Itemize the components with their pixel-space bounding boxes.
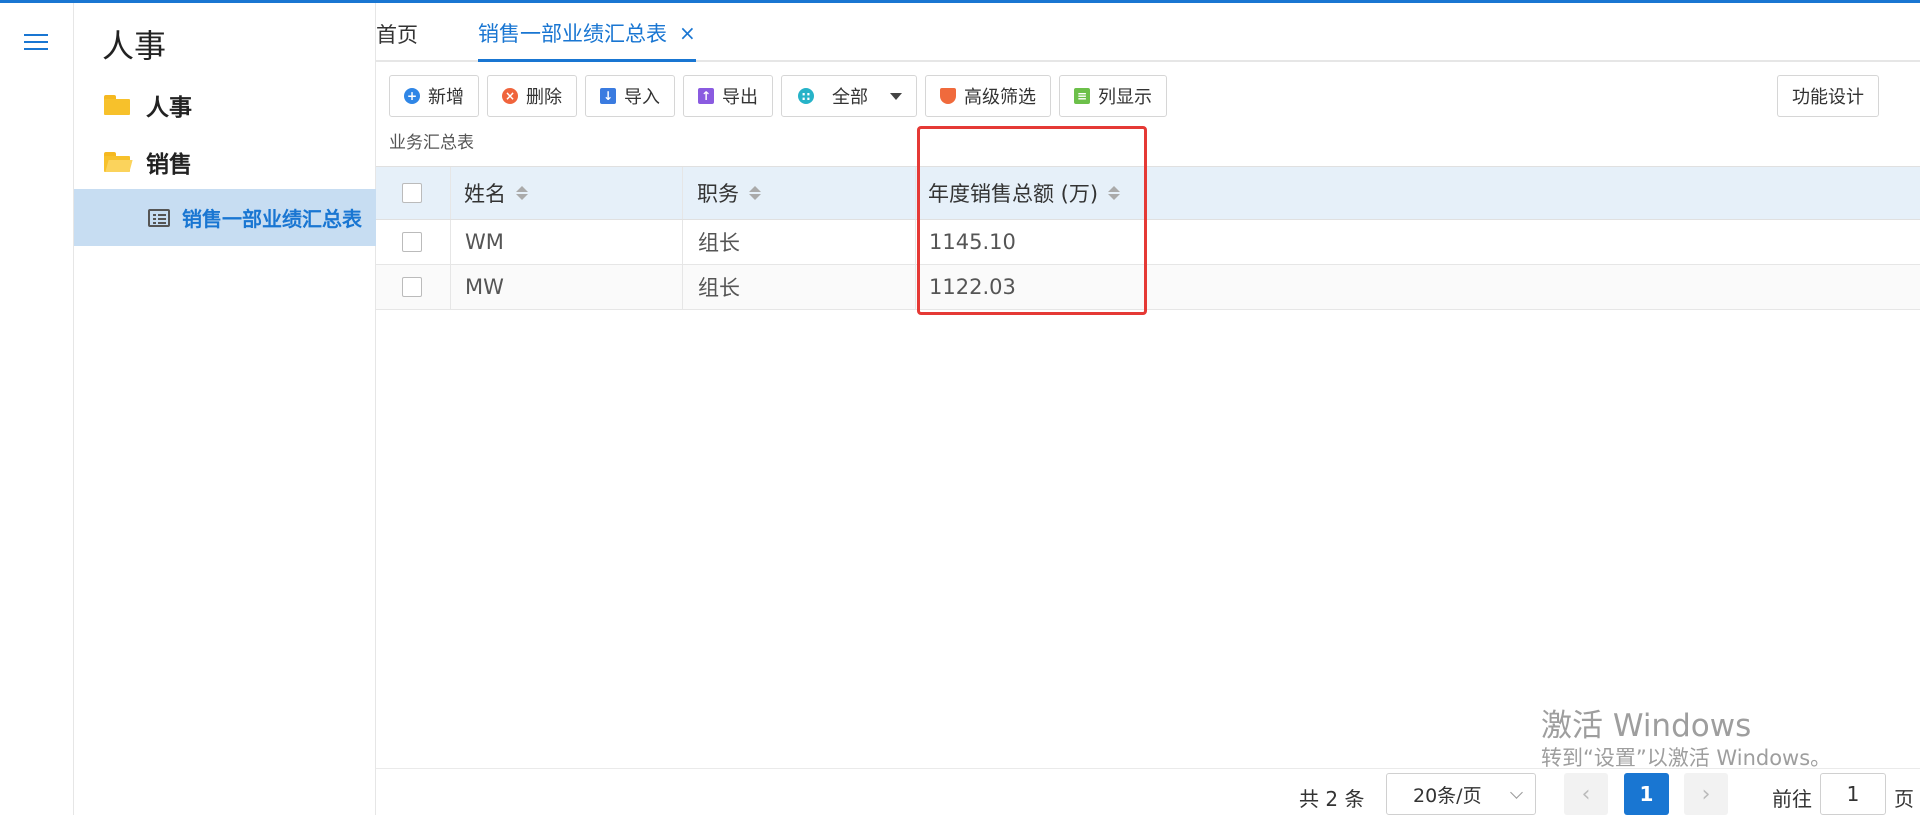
tab-sales-summary[interactable]: 销售一部业绩汇总表 × [478, 3, 696, 62]
goto-suffix: 页 [1894, 787, 1914, 811]
export-icon: ↑ [698, 88, 714, 104]
plus-icon: + [404, 88, 420, 104]
data-table: 姓名 职务 年度销售总额 (万) WM 组长 1145.10 MW 组长 112… [376, 166, 1920, 310]
caret-down-icon [890, 92, 902, 100]
table-header: 姓名 职务 年度销售总额 (万) [376, 166, 1920, 220]
page-size-select[interactable]: 20条/页 [1386, 773, 1536, 815]
import-button-label: 导入 [624, 87, 660, 108]
nav-title: 人事 [102, 27, 167, 65]
close-icon[interactable]: × [679, 21, 696, 45]
export-button-label: 导出 [722, 87, 758, 108]
cell-name: WM [465, 230, 504, 254]
goto-page-input[interactable] [1820, 773, 1886, 815]
grid-icon: :: [798, 88, 814, 104]
sort-icon[interactable] [516, 186, 528, 200]
nav-folder-label: 人事 [146, 95, 192, 121]
footer-divider [376, 768, 1920, 769]
import-icon: ↓ [600, 88, 616, 104]
scope-dropdown-label: 全部 [832, 87, 868, 108]
current-page-button[interactable]: 1 [1624, 773, 1669, 815]
sort-icon[interactable] [749, 186, 761, 200]
delete-icon: × [502, 88, 518, 104]
row-checkbox[interactable] [402, 277, 422, 297]
next-page-button[interactable]: › [1684, 773, 1728, 815]
table-caption: 业务汇总表 [389, 133, 474, 153]
advanced-filter-label: 高级筛选 [964, 87, 1036, 108]
row-checkbox[interactable] [402, 232, 422, 252]
nav-folder-xiaoshou[interactable]: 销售 [104, 142, 192, 182]
folder-open-icon [104, 152, 133, 172]
import-button[interactable]: ↓ 导入 [585, 75, 675, 117]
column-display-button[interactable]: ≡ 列显示 [1059, 75, 1167, 117]
list-icon [148, 209, 170, 227]
nav-folder-renshi[interactable]: 人事 [104, 85, 192, 125]
column-display-label: 列显示 [1098, 87, 1152, 108]
windows-activation-watermark-title: 激活 Windows [1541, 708, 1752, 744]
annotation-highlight-box [917, 126, 1147, 315]
header-name[interactable]: 姓名 [464, 167, 528, 219]
add-button[interactable]: + 新增 [389, 75, 479, 117]
goto-label: 前往 [1772, 787, 1812, 811]
cell-name: MW [465, 275, 504, 299]
header-name-label: 姓名 [464, 182, 506, 206]
filter-icon [940, 88, 956, 104]
nav-item-label: 销售一部业绩汇总表 [182, 207, 362, 231]
scope-dropdown[interactable]: :: 全部 [781, 75, 917, 117]
table-row[interactable]: MW 组长 1122.03 [376, 265, 1920, 310]
delete-button-label: 删除 [526, 87, 562, 108]
design-button[interactable]: 功能设计 [1777, 75, 1879, 117]
cell-position: 组长 [698, 276, 740, 300]
advanced-filter-button[interactable]: 高级筛选 [925, 75, 1051, 117]
chevron-down-icon [1510, 786, 1523, 799]
icon-rail [0, 3, 74, 815]
header-position[interactable]: 职务 [697, 167, 761, 219]
tab-active-indicator [478, 59, 696, 62]
header-position-label: 职务 [697, 182, 739, 206]
prev-page-button[interactable]: ‹ [1564, 773, 1608, 815]
delete-button[interactable]: × 删除 [487, 75, 577, 117]
pagination-total: 共 2 条 [1299, 787, 1365, 811]
nav-folder-label: 销售 [146, 152, 192, 178]
folder-icon [104, 95, 132, 115]
nav-item-sales-summary[interactable]: 销售一部业绩汇总表 [74, 189, 376, 246]
columns-icon: ≡ [1074, 88, 1090, 104]
hamburger-menu-icon[interactable] [24, 34, 48, 52]
select-all-cell [402, 167, 422, 219]
tab-home[interactable]: 首页 [376, 19, 418, 49]
tab-label: 销售一部业绩汇总表 [478, 21, 667, 46]
table-row[interactable]: WM 组长 1145.10 [376, 220, 1920, 265]
tab-bar: 首页 销售一部业绩汇总表 × [376, 3, 1920, 62]
export-button[interactable]: ↑ 导出 [683, 75, 773, 117]
toolbar: + 新增 × 删除 ↓ 导入 ↑ 导出 :: 全部 高级筛选 ≡ 列显示 [389, 75, 1175, 117]
cell-position: 组长 [698, 231, 740, 255]
add-button-label: 新增 [428, 87, 464, 108]
nav-panel: 人事 人事 销售 销售一部业绩汇总表 [74, 3, 376, 815]
page-size-value: 20条/页 [1413, 784, 1482, 807]
select-all-checkbox[interactable] [402, 183, 422, 203]
